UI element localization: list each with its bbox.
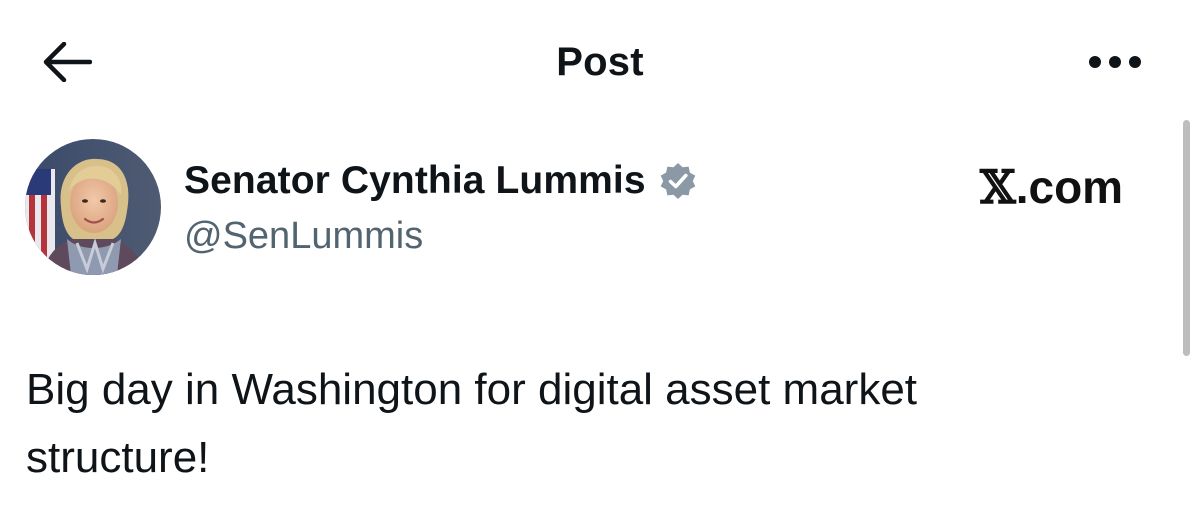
post-text: Big day in Washington for digital asset …	[26, 365, 918, 482]
avatar[interactable]	[25, 139, 161, 275]
author-name[interactable]: Senator Cynthia Lummis	[184, 156, 646, 206]
author-name-row[interactable]: Senator Cynthia Lummis	[184, 156, 698, 206]
watermark-suffix: .com	[1015, 161, 1124, 213]
more-horizontal-icon	[1089, 56, 1141, 68]
scrollbar-thumb[interactable]	[1183, 120, 1190, 356]
x-com-watermark: 𝕏.com	[980, 160, 1123, 214]
author-handle[interactable]: @SenLummis	[184, 212, 423, 260]
x-logo-mark: 𝕏	[980, 160, 1016, 214]
profile-photo	[25, 139, 161, 275]
more-options-button[interactable]	[1080, 40, 1150, 84]
page-title: Post	[556, 40, 644, 84]
post-header: Post	[0, 0, 1200, 120]
verified-badge-icon	[658, 161, 698, 201]
